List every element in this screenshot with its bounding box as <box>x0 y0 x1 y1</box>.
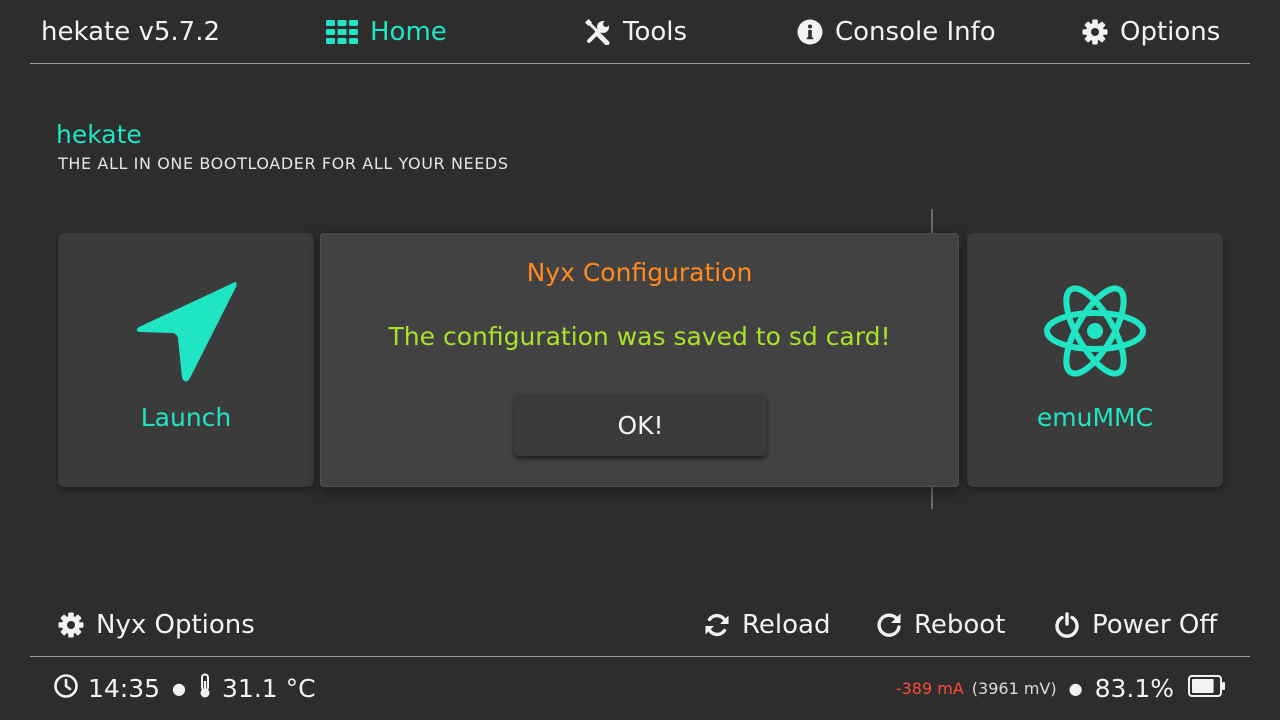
nyx-configuration-dialog: Nyx Configuration The configuration was … <box>320 233 959 487</box>
app-title: hekate v5.7.2 <box>41 17 221 47</box>
tab-home-label: Home <box>370 17 447 47</box>
page-subtitle: THE ALL IN ONE BOOTLOADER FOR ALL YOUR N… <box>58 154 509 173</box>
gear-icon <box>58 612 84 638</box>
tab-console-info-label: Console Info <box>835 17 996 47</box>
power-off-label: Power Off <box>1092 610 1218 640</box>
dialog-title: Nyx Configuration <box>526 258 753 287</box>
battery-voltage: (3961 mV) <box>971 678 1057 698</box>
nyx-options-button[interactable]: Nyx Options <box>58 606 255 644</box>
separator-dot: ● <box>172 678 187 698</box>
separator-line-top <box>931 209 933 233</box>
status-right: -389 mA (3961 mV) ● 83.1% <box>896 669 1226 707</box>
temperature-reading: 31.1 °C <box>222 673 316 703</box>
tools-icon <box>585 19 611 45</box>
power-off-button[interactable]: Power Off <box>1054 606 1217 644</box>
battery-icon <box>1188 675 1226 701</box>
emummc-tile[interactable]: emuMMC <box>967 233 1223 487</box>
tab-home[interactable]: Home <box>326 14 447 50</box>
separator-line-bottom <box>931 487 933 509</box>
emummc-label: emuMMC <box>1036 403 1154 432</box>
reload-label: Reload <box>742 610 831 640</box>
launch-label: Launch <box>140 403 232 432</box>
battery-percent: 83.1% <box>1094 673 1174 703</box>
navigation-arrow-icon <box>134 278 240 388</box>
reload-button[interactable]: Reload <box>704 606 830 644</box>
reboot-label: Reboot <box>914 610 1006 640</box>
tab-tools-label: Tools <box>623 17 688 47</box>
clock-icon <box>54 674 78 702</box>
info-icon <box>797 19 823 45</box>
hekate-screen: hekate v5.7.2 Home Tools Console Info Op… <box>0 0 1280 720</box>
reboot-button[interactable]: Reboot <box>876 606 1005 644</box>
reboot-icon <box>876 612 902 638</box>
atom-icon <box>1043 285 1147 381</box>
separator-dot: ● <box>1068 678 1083 698</box>
tab-console-info[interactable]: Console Info <box>797 14 996 50</box>
bottom-divider <box>30 656 1250 657</box>
tab-options[interactable]: Options <box>1082 14 1220 50</box>
reload-icon <box>704 612 730 638</box>
page-title: hekate <box>56 120 142 149</box>
tab-tools[interactable]: Tools <box>585 14 687 50</box>
grid-icon <box>326 20 358 44</box>
top-bar: hekate v5.7.2 Home Tools Console Info Op… <box>0 0 1280 64</box>
nyx-options-label: Nyx Options <box>96 610 255 640</box>
status-left: 14:35 ● 31.1 °C <box>54 669 316 707</box>
clock-time: 14:35 <box>88 673 161 703</box>
gear-icon <box>1082 19 1108 45</box>
tab-options-label: Options <box>1120 17 1221 47</box>
battery-current: -389 mA <box>895 678 964 698</box>
top-divider <box>30 63 1250 64</box>
thermometer-icon <box>198 673 212 703</box>
power-icon <box>1054 612 1080 638</box>
dialog-message: The configuration was saved to sd card! <box>388 322 891 351</box>
ok-button[interactable]: OK! <box>514 394 767 456</box>
launch-tile[interactable]: Launch <box>58 233 314 487</box>
